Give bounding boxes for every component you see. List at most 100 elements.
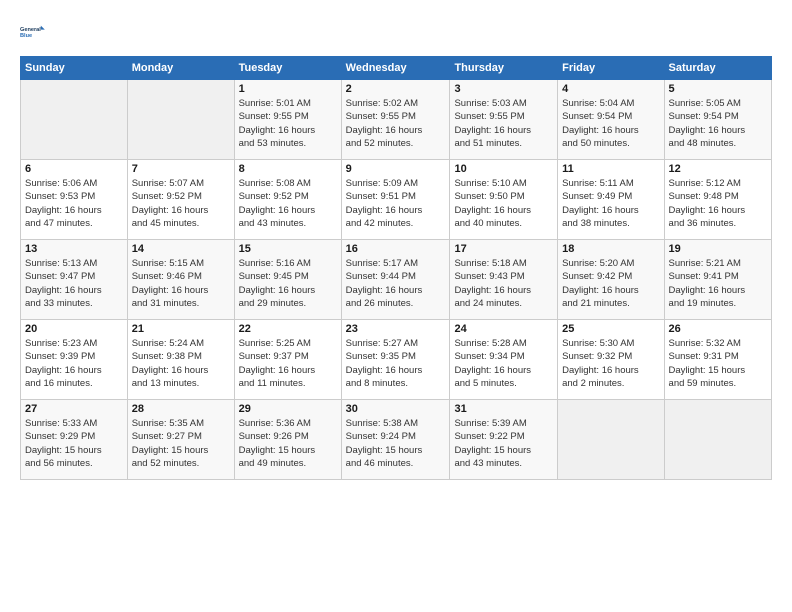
day-info: Sunrise: 5:28 AM Sunset: 9:34 PM Dayligh… xyxy=(454,337,553,390)
calendar-cell xyxy=(127,80,234,160)
calendar-cell: 26 Sunrise: 5:32 AM Sunset: 9:31 PM Dayli… xyxy=(664,320,771,400)
logo-icon: GeneralBlue xyxy=(20,18,48,46)
day-info: Sunrise: 5:02 AM Sunset: 9:55 PM Dayligh… xyxy=(346,97,446,150)
day-info: Sunrise: 5:06 AM Sunset: 9:53 PM Dayligh… xyxy=(25,177,123,230)
week-row-2: 6 Sunrise: 5:06 AM Sunset: 9:53 PM Daylig… xyxy=(21,160,772,240)
calendar-cell: 25 Sunrise: 5:30 AM Sunset: 9:32 PM Dayli… xyxy=(558,320,664,400)
day-number: 13 xyxy=(25,243,123,255)
weekday-header-sunday: Sunday xyxy=(21,57,128,80)
logo: GeneralBlue xyxy=(20,18,48,46)
calendar-cell xyxy=(21,80,128,160)
day-number: 9 xyxy=(346,163,446,175)
calendar-cell: 13 Sunrise: 5:13 AM Sunset: 9:47 PM Dayli… xyxy=(21,240,128,320)
day-info: Sunrise: 5:05 AM Sunset: 9:54 PM Dayligh… xyxy=(669,97,767,150)
calendar-cell: 9 Sunrise: 5:09 AM Sunset: 9:51 PM Daylig… xyxy=(341,160,450,240)
day-info: Sunrise: 5:11 AM Sunset: 9:49 PM Dayligh… xyxy=(562,177,659,230)
weekday-header-friday: Friday xyxy=(558,57,664,80)
calendar-cell: 27Sunrise: 5:33 AM Sunset: 9:29 PM Dayli… xyxy=(21,400,128,480)
day-number: 27 xyxy=(25,403,123,415)
week-row-4: 20Sunrise: 5:23 AM Sunset: 9:39 PM Dayli… xyxy=(21,320,772,400)
day-info: Sunrise: 5:10 AM Sunset: 9:50 PM Dayligh… xyxy=(454,177,553,230)
week-row-5: 27Sunrise: 5:33 AM Sunset: 9:29 PM Dayli… xyxy=(21,400,772,480)
day-number: 3 xyxy=(454,83,553,95)
weekday-header-row: SundayMondayTuesdayWednesdayThursdayFrid… xyxy=(21,57,772,80)
calendar-cell: 18 Sunrise: 5:20 AM Sunset: 9:42 PM Dayli… xyxy=(558,240,664,320)
calendar-table: SundayMondayTuesdayWednesdayThursdayFrid… xyxy=(20,56,772,480)
day-info: Sunrise: 5:35 AM Sunset: 9:27 PM Dayligh… xyxy=(132,417,230,470)
day-info: Sunrise: 5:32 AM Sunset: 9:31 PM Dayligh… xyxy=(669,337,767,390)
day-info: Sunrise: 5:36 AM Sunset: 9:26 PM Dayligh… xyxy=(239,417,337,470)
calendar-cell: 19 Sunrise: 5:21 AM Sunset: 9:41 PM Dayli… xyxy=(664,240,771,320)
weekday-header-monday: Monday xyxy=(127,57,234,80)
calendar-cell: 7 Sunrise: 5:07 AM Sunset: 9:52 PM Daylig… xyxy=(127,160,234,240)
day-info: Sunrise: 5:13 AM Sunset: 9:47 PM Dayligh… xyxy=(25,257,123,310)
calendar-cell: 2 Sunrise: 5:02 AM Sunset: 9:55 PM Daylig… xyxy=(341,80,450,160)
calendar-cell: 4 Sunrise: 5:04 AM Sunset: 9:54 PM Daylig… xyxy=(558,80,664,160)
day-info: Sunrise: 5:39 AM Sunset: 9:22 PM Dayligh… xyxy=(454,417,553,470)
day-number: 15 xyxy=(239,243,337,255)
day-info: Sunrise: 5:08 AM Sunset: 9:52 PM Dayligh… xyxy=(239,177,337,230)
page: GeneralBlue SundayMondayTuesdayWednesday… xyxy=(0,0,792,612)
calendar-cell xyxy=(558,400,664,480)
svg-text:Blue: Blue xyxy=(20,33,32,39)
calendar-cell: 17Sunrise: 5:18 AM Sunset: 9:43 PM Dayli… xyxy=(450,240,558,320)
day-number: 31 xyxy=(454,403,553,415)
day-info: Sunrise: 5:20 AM Sunset: 9:42 PM Dayligh… xyxy=(562,257,659,310)
day-number: 4 xyxy=(562,83,659,95)
day-number: 23 xyxy=(346,323,446,335)
day-number: 11 xyxy=(562,163,659,175)
calendar-cell: 23 Sunrise: 5:27 AM Sunset: 9:35 PM Dayli… xyxy=(341,320,450,400)
calendar-cell xyxy=(664,400,771,480)
calendar-cell: 28 Sunrise: 5:35 AM Sunset: 9:27 PM Dayli… xyxy=(127,400,234,480)
day-number: 10 xyxy=(454,163,553,175)
day-number: 6 xyxy=(25,163,123,175)
week-row-1: 1 Sunrise: 5:01 AM Sunset: 9:55 PM Daylig… xyxy=(21,80,772,160)
calendar-cell: 14 Sunrise: 5:15 AM Sunset: 9:46 PM Dayli… xyxy=(127,240,234,320)
calendar-cell: 8 Sunrise: 5:08 AM Sunset: 9:52 PM Daylig… xyxy=(234,160,341,240)
day-info: Sunrise: 5:25 AM Sunset: 9:37 PM Dayligh… xyxy=(239,337,337,390)
calendar-cell: 31 Sunrise: 5:39 AM Sunset: 9:22 PM Dayli… xyxy=(450,400,558,480)
day-number: 14 xyxy=(132,243,230,255)
day-number: 19 xyxy=(669,243,767,255)
day-number: 25 xyxy=(562,323,659,335)
day-info: Sunrise: 5:03 AM Sunset: 9:55 PM Dayligh… xyxy=(454,97,553,150)
day-number: 2 xyxy=(346,83,446,95)
weekday-header-wednesday: Wednesday xyxy=(341,57,450,80)
calendar-cell: 5 Sunrise: 5:05 AM Sunset: 9:54 PM Daylig… xyxy=(664,80,771,160)
day-number: 21 xyxy=(132,323,230,335)
day-info: Sunrise: 5:38 AM Sunset: 9:24 PM Dayligh… xyxy=(346,417,446,470)
day-info: Sunrise: 5:30 AM Sunset: 9:32 PM Dayligh… xyxy=(562,337,659,390)
day-info: Sunrise: 5:09 AM Sunset: 9:51 PM Dayligh… xyxy=(346,177,446,230)
day-number: 17 xyxy=(454,243,553,255)
day-info: Sunrise: 5:12 AM Sunset: 9:48 PM Dayligh… xyxy=(669,177,767,230)
week-row-3: 13 Sunrise: 5:13 AM Sunset: 9:47 PM Dayli… xyxy=(21,240,772,320)
calendar-cell: 3 Sunrise: 5:03 AM Sunset: 9:55 PM Daylig… xyxy=(450,80,558,160)
day-info: Sunrise: 5:15 AM Sunset: 9:46 PM Dayligh… xyxy=(132,257,230,310)
day-number: 1 xyxy=(239,83,337,95)
day-number: 16 xyxy=(346,243,446,255)
weekday-header-saturday: Saturday xyxy=(664,57,771,80)
calendar-cell: 29 Sunrise: 5:36 AM Sunset: 9:26 PM Dayli… xyxy=(234,400,341,480)
day-info: Sunrise: 5:04 AM Sunset: 9:54 PM Dayligh… xyxy=(562,97,659,150)
day-number: 26 xyxy=(669,323,767,335)
day-info: Sunrise: 5:07 AM Sunset: 9:52 PM Dayligh… xyxy=(132,177,230,230)
day-info: Sunrise: 5:01 AM Sunset: 9:55 PM Dayligh… xyxy=(239,97,337,150)
svg-text:General: General xyxy=(20,27,41,33)
day-number: 20 xyxy=(25,323,123,335)
day-number: 30 xyxy=(346,403,446,415)
calendar-cell: 30 Sunrise: 5:38 AM Sunset: 9:24 PM Dayli… xyxy=(341,400,450,480)
day-number: 5 xyxy=(669,83,767,95)
day-number: 29 xyxy=(239,403,337,415)
day-number: 28 xyxy=(132,403,230,415)
header: GeneralBlue xyxy=(20,18,772,46)
day-info: Sunrise: 5:21 AM Sunset: 9:41 PM Dayligh… xyxy=(669,257,767,310)
day-info: Sunrise: 5:16 AM Sunset: 9:45 PM Dayligh… xyxy=(239,257,337,310)
calendar-cell: 10 Sunrise: 5:10 AM Sunset: 9:50 PM Dayli… xyxy=(450,160,558,240)
day-info: Sunrise: 5:27 AM Sunset: 9:35 PM Dayligh… xyxy=(346,337,446,390)
day-number: 18 xyxy=(562,243,659,255)
calendar-cell: 16Sunrise: 5:17 AM Sunset: 9:44 PM Dayli… xyxy=(341,240,450,320)
day-number: 24 xyxy=(454,323,553,335)
calendar-cell: 22Sunrise: 5:25 AM Sunset: 9:37 PM Dayli… xyxy=(234,320,341,400)
day-number: 7 xyxy=(132,163,230,175)
day-number: 8 xyxy=(239,163,337,175)
